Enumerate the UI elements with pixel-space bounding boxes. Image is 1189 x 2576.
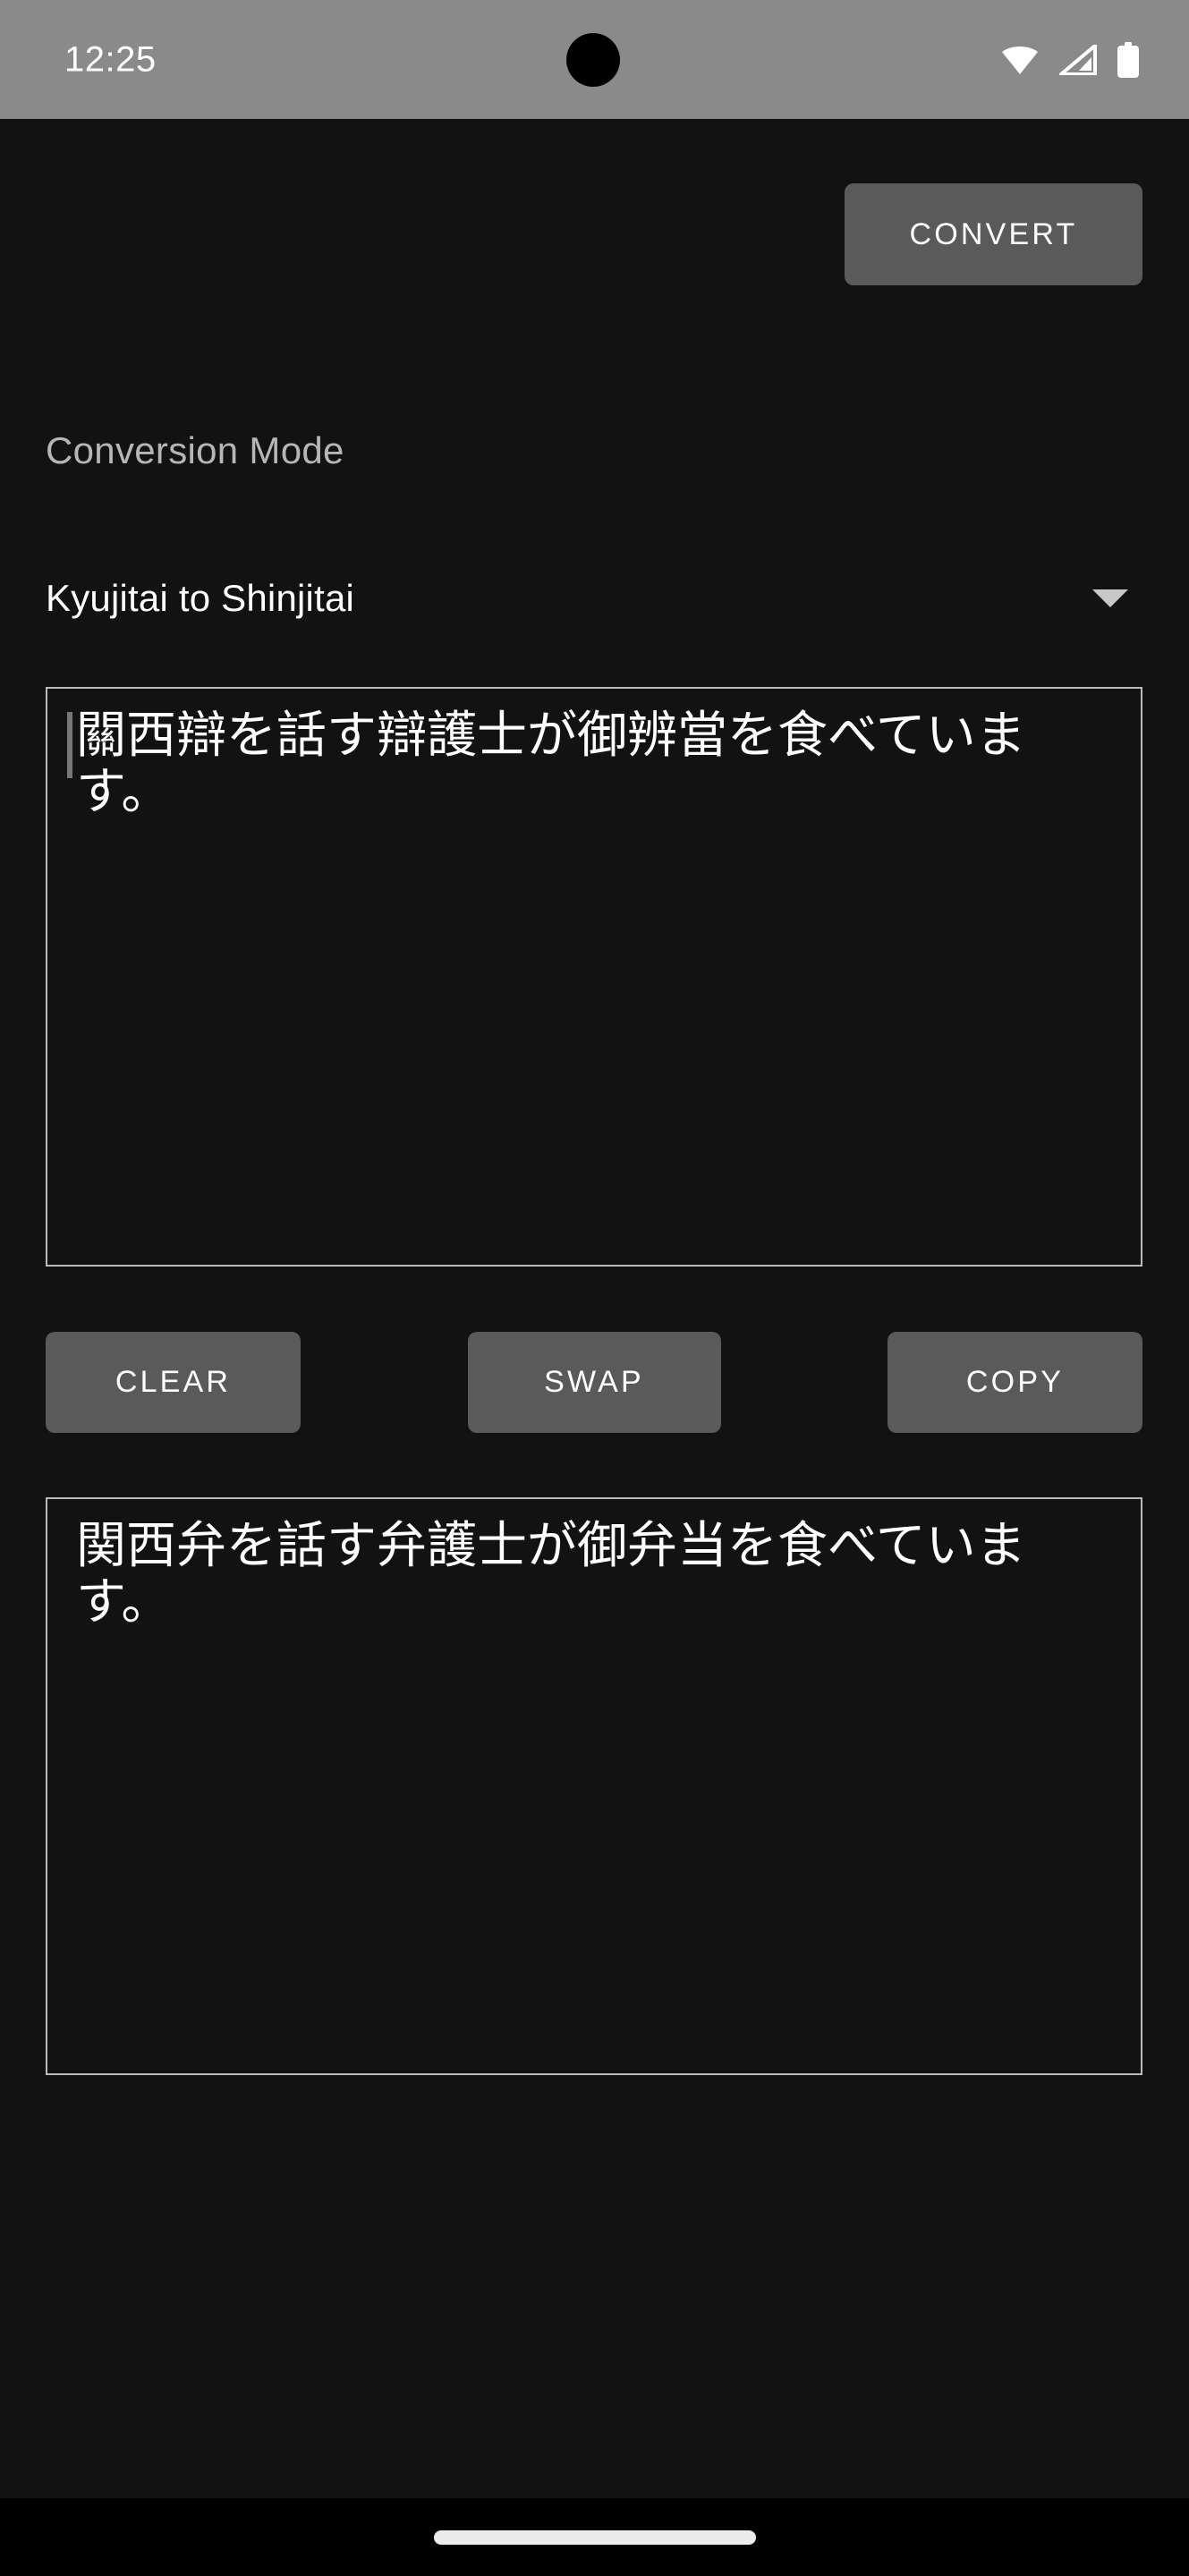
convert-button[interactable]: CONVERT — [845, 183, 1142, 285]
camera-punch-hole — [566, 33, 620, 87]
output-text: 関西弁を話す弁護士が御弁当を食べています。 — [76, 1517, 1026, 1631]
gesture-home-pill[interactable] — [433, 2529, 756, 2545]
input-text: 關西辯を話す辯護士が御辨當を食べています。 — [76, 707, 1026, 821]
status-bar: 12:25 — [0, 0, 1189, 119]
input-textarea[interactable]: 關西辯を話す辯護士が御辨當を食べています。 — [46, 687, 1142, 1267]
swap-button[interactable]: SWAP — [467, 1332, 721, 1433]
clear-button[interactable]: CLEAR — [46, 1332, 301, 1433]
output-textarea[interactable]: 関西弁を話す弁護士が御弁当を食べています。 — [46, 1497, 1142, 2075]
convert-button-row: CONVERT — [845, 183, 1142, 285]
status-icons — [1000, 41, 1140, 78]
action-button-row: CLEAR SWAP COPY — [46, 1332, 1142, 1433]
input-textarea-inner: 關西辯を話す辯護士が御辨當を食べています。 — [67, 708, 1119, 820]
output-textarea-inner: 関西弁を話す弁護士が御弁当を食べています。 — [67, 1517, 1119, 1631]
conversion-mode-value: Kyujitai to Shinjitai — [46, 577, 355, 619]
cellular-signal-icon — [1056, 41, 1097, 76]
phone-screen: 12:25 CONVERT Conversion Mode Kyujitai t… — [0, 0, 1189, 2576]
conversion-mode-label: Conversion Mode — [46, 429, 344, 471]
text-cursor — [67, 712, 72, 778]
battery-icon — [1117, 41, 1140, 78]
copy-button[interactable]: COPY — [888, 1332, 1142, 1433]
chevron-down-icon — [1092, 589, 1128, 607]
status-clock: 12:25 — [64, 39, 157, 79]
app-content: CONVERT Conversion Mode Kyujitai to Shin… — [0, 119, 1189, 2498]
navigation-bar — [0, 2498, 1189, 2576]
wifi-icon — [1000, 45, 1040, 75]
conversion-mode-dropdown[interactable]: Kyujitai to Shinjitai — [46, 560, 1142, 637]
